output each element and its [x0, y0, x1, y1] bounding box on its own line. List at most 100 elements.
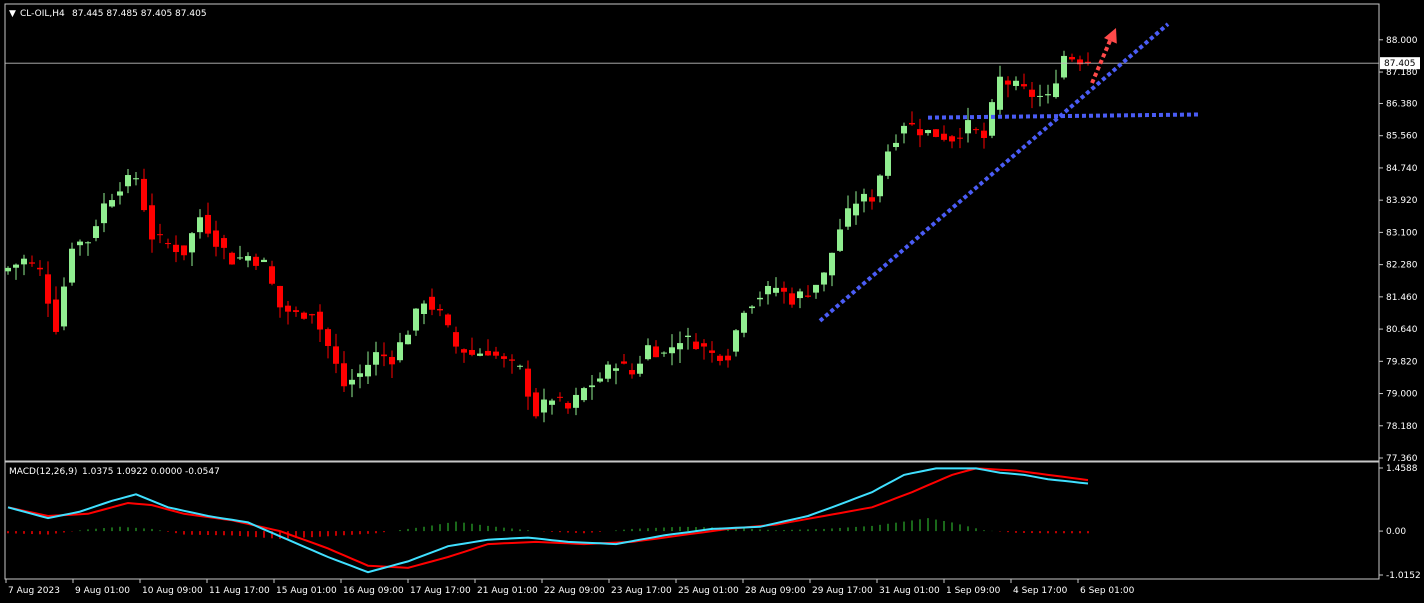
chart-canvas[interactable]: 88.000 87.180 86.380 85.560 84.740 83.920 83.1… [0, 0, 1424, 603]
candle[interactable] [381, 354, 387, 357]
candle[interactable] [421, 303, 427, 314]
candle[interactable] [77, 241, 83, 246]
candle[interactable] [749, 306, 755, 309]
candle[interactable] [525, 368, 531, 397]
candle[interactable] [949, 136, 955, 142]
candle[interactable] [861, 193, 867, 202]
candle[interactable] [717, 355, 723, 361]
candle[interactable] [157, 234, 163, 236]
candle[interactable] [21, 258, 27, 265]
candle[interactable] [909, 122, 915, 125]
candle[interactable] [1005, 80, 1011, 85]
candle[interactable] [925, 130, 931, 134]
candle[interactable] [413, 308, 419, 331]
candle[interactable] [669, 347, 675, 354]
candle[interactable] [501, 356, 507, 359]
candle[interactable] [1045, 94, 1051, 96]
candle[interactable] [573, 394, 579, 408]
candle[interactable] [901, 125, 907, 134]
candle[interactable] [37, 267, 43, 270]
candle[interactable] [709, 350, 715, 353]
candle[interactable] [965, 120, 971, 134]
candle[interactable] [653, 346, 659, 358]
candle[interactable] [565, 402, 571, 409]
candle[interactable] [13, 264, 19, 268]
candle[interactable] [541, 399, 547, 413]
candle[interactable] [621, 361, 627, 364]
candle[interactable] [805, 295, 811, 297]
candle[interactable] [461, 349, 467, 353]
candle[interactable] [53, 299, 59, 332]
candle[interactable] [701, 343, 707, 347]
candle[interactable] [229, 252, 235, 265]
candle[interactable] [693, 341, 699, 350]
candle[interactable] [645, 345, 651, 360]
candle[interactable] [165, 243, 171, 245]
candle[interactable] [205, 214, 211, 234]
candle[interactable] [93, 226, 99, 238]
candle[interactable] [917, 129, 923, 136]
candle[interactable] [493, 351, 499, 356]
candle[interactable] [189, 233, 195, 253]
candle[interactable] [85, 242, 91, 244]
candle[interactable] [685, 335, 691, 338]
candle[interactable] [245, 256, 251, 261]
candle[interactable] [933, 129, 939, 137]
candle[interactable] [589, 385, 595, 388]
candle[interactable] [845, 208, 851, 227]
candle[interactable] [781, 287, 787, 292]
candle[interactable] [149, 205, 155, 240]
candle[interactable] [61, 286, 67, 327]
candle[interactable] [829, 252, 835, 276]
candle[interactable] [389, 356, 395, 365]
candle[interactable] [405, 334, 411, 345]
candle[interactable] [557, 396, 563, 398]
candle[interactable] [629, 370, 635, 375]
candle[interactable] [853, 203, 859, 216]
candle[interactable] [1021, 84, 1027, 87]
candle[interactable] [5, 267, 11, 272]
candle[interactable] [581, 388, 587, 401]
candle[interactable] [45, 274, 51, 304]
candle[interactable] [309, 314, 315, 316]
candle[interactable] [1069, 56, 1075, 60]
candle[interactable] [293, 310, 299, 312]
candle[interactable] [997, 76, 1003, 110]
candle[interactable] [893, 142, 899, 148]
candle[interactable] [1029, 89, 1035, 97]
candle[interactable] [677, 343, 683, 350]
candle[interactable] [797, 291, 803, 299]
candle[interactable] [813, 284, 819, 293]
candle[interactable] [365, 364, 371, 377]
candle[interactable] [253, 256, 259, 266]
candle[interactable] [373, 352, 379, 365]
candle[interactable] [789, 293, 795, 305]
candle[interactable] [981, 130, 987, 138]
candle[interactable] [661, 352, 667, 354]
candle[interactable] [477, 353, 483, 356]
candle[interactable] [317, 311, 323, 330]
candle[interactable] [973, 129, 979, 131]
candle[interactable] [877, 175, 883, 197]
candle[interactable] [613, 368, 619, 371]
candle[interactable] [341, 363, 347, 387]
candle[interactable] [221, 238, 227, 248]
candle[interactable] [597, 378, 603, 382]
candle[interactable] [1037, 95, 1043, 97]
candle[interactable] [437, 308, 443, 311]
candle[interactable] [301, 312, 307, 319]
candle[interactable] [957, 137, 963, 139]
candle[interactable] [533, 392, 539, 417]
candle[interactable] [549, 400, 555, 405]
candle[interactable] [989, 102, 995, 136]
candle[interactable] [821, 272, 827, 285]
candle[interactable] [637, 363, 643, 374]
candle[interactable] [325, 329, 331, 346]
candle[interactable] [349, 379, 355, 385]
candle[interactable] [1013, 80, 1019, 86]
candle[interactable] [837, 229, 843, 251]
candle[interactable] [885, 151, 891, 176]
candle[interactable] [197, 217, 203, 233]
candle[interactable] [1053, 83, 1059, 98]
candle[interactable] [133, 178, 139, 180]
